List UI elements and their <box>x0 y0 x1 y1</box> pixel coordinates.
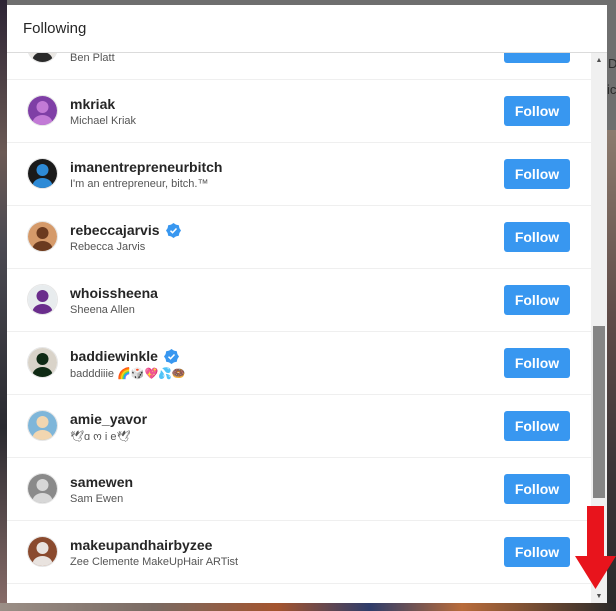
full-name: I'm an entrepreneur, bitch.™ <box>70 178 209 190</box>
red-arrow-annotation-icon <box>575 506 616 589</box>
following-list[interactable]: bensplatt Ben Platt Follow mkriak Michae… <box>7 53 591 603</box>
list-item-bensplatt: bensplatt Ben Platt Follow <box>7 53 591 80</box>
full-name: 🕊ɑ ო i e🕊 <box>70 431 131 443</box>
username-text[interactable]: amie_yavor <box>70 411 147 427</box>
avatar[interactable] <box>27 95 58 126</box>
follow-button[interactable]: Follow <box>504 285 570 315</box>
username-link[interactable]: amie_yavor <box>70 411 147 427</box>
username-link[interactable]: whoissheena <box>70 285 158 301</box>
follow-button[interactable]: Follow <box>504 53 570 63</box>
scrollbar-thumb[interactable] <box>593 326 605 498</box>
follow-button[interactable]: Follow <box>504 159 570 189</box>
username-text[interactable]: mkriak <box>70 96 115 112</box>
scroll-down-arrow-icon[interactable]: ▼ <box>591 589 607 603</box>
avatar[interactable] <box>27 284 58 315</box>
username-text[interactable]: baddiewinkle <box>70 348 158 364</box>
background-photo-bottom <box>0 603 616 611</box>
full-name: Ben Platt <box>70 53 115 64</box>
list-item-samewen: samewen Sam Ewen Follow <box>7 458 591 521</box>
avatar[interactable] <box>27 53 58 63</box>
username-link[interactable]: rebeccajarvis <box>70 222 181 238</box>
follow-button[interactable]: Follow <box>504 348 570 378</box>
avatar[interactable] <box>27 158 58 189</box>
username-link[interactable]: mkriak <box>70 96 115 112</box>
background-text: D <box>608 56 616 71</box>
list-item-imanentrepreneurbitch: imanentrepreneurbitch I'm an entrepreneu… <box>7 143 591 206</box>
avatar[interactable] <box>27 347 58 378</box>
background-photo-left <box>0 0 7 611</box>
avatar[interactable] <box>27 410 58 441</box>
list-item-amie_yavor: amie_yavor 🕊ɑ ო i e🕊 Follow <box>7 395 591 458</box>
username-link[interactable]: imanentrepreneurbitch <box>70 159 222 175</box>
verified-badge-icon <box>163 348 179 364</box>
follow-button[interactable]: Follow <box>504 96 570 126</box>
background-text: ic <box>607 82 616 97</box>
username-link[interactable]: makeupandhairbyzee <box>70 537 212 553</box>
username-text[interactable]: samewen <box>70 474 133 490</box>
username-text[interactable]: rebeccajarvis <box>70 222 160 238</box>
full-name: Sheena Allen <box>70 304 135 316</box>
full-name: Rebecca Jarvis <box>70 241 146 253</box>
username-link[interactable]: baddiewinkle <box>70 348 179 364</box>
scroll-up-arrow-icon[interactable]: ▲ <box>591 53 607 67</box>
full-name: Sam Ewen <box>70 493 124 505</box>
list-item-rebeccajarvis: rebeccajarvis Rebecca Jarvis Follow <box>7 206 591 269</box>
follow-button[interactable]: Follow <box>504 222 570 252</box>
full-name: Zee Clemente MakeUpHair ARTist <box>70 556 239 568</box>
red-arrow-shape <box>575 506 616 589</box>
modal-title: Following <box>23 20 87 37</box>
avatar[interactable] <box>27 221 58 252</box>
list-item-makeupandhairbyzee: makeupandhairbyzee Zee Clemente MakeUpHa… <box>7 521 591 584</box>
full-name: badddiiie 🌈🎲💖💦🍩 <box>70 368 186 380</box>
follow-button[interactable]: Follow <box>504 537 570 567</box>
username-link[interactable]: samewen <box>70 474 133 490</box>
avatar[interactable] <box>27 473 58 504</box>
list-item-mkriak: mkriak Michael Kriak Follow <box>7 80 591 143</box>
avatar[interactable] <box>27 536 58 567</box>
list-item-baddiewinkle: baddiewinkle badddiiie 🌈🎲💖💦🍩 Follow <box>7 332 591 395</box>
list-item-whoissheena: whoissheena Sheena Allen Follow <box>7 269 591 332</box>
follow-button[interactable]: Follow <box>504 474 570 504</box>
modal-header: Following <box>7 5 607 53</box>
username-text[interactable]: imanentrepreneurbitch <box>70 159 222 175</box>
verified-badge-icon <box>165 222 181 238</box>
follow-button[interactable]: Follow <box>504 411 570 441</box>
username-text[interactable]: makeupandhairbyzee <box>70 537 212 553</box>
username-text[interactable]: whoissheena <box>70 285 158 301</box>
following-modal: Following bensplatt Ben Platt Follow mkr… <box>7 5 607 603</box>
full-name: Michael Kriak <box>70 115 137 127</box>
